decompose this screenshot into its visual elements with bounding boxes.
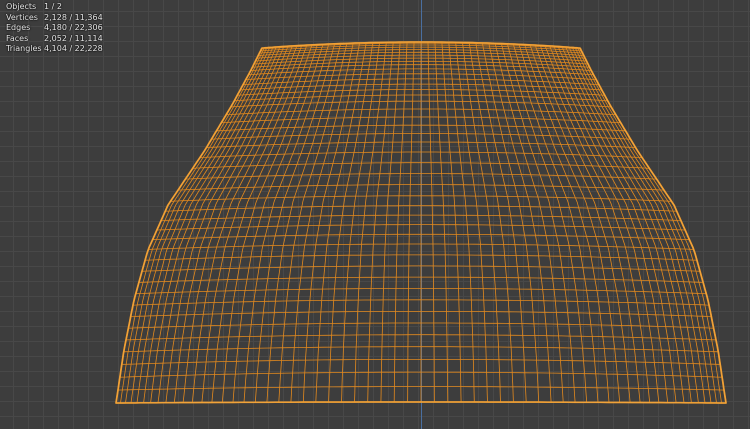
mesh-edge xyxy=(341,42,380,403)
mesh-edge xyxy=(544,45,660,403)
mesh-edge xyxy=(427,42,435,403)
mesh-edge xyxy=(182,45,298,403)
3d-viewport[interactable]: Objects 1 / 2 Vertices 2,128 / 11,364 Ed… xyxy=(0,0,750,429)
mesh-edge xyxy=(407,42,415,403)
selected-mesh-wireframe[interactable] xyxy=(0,0,750,429)
mesh-edge xyxy=(441,42,462,403)
mesh-edge xyxy=(380,42,401,403)
mesh-edge xyxy=(462,42,501,403)
